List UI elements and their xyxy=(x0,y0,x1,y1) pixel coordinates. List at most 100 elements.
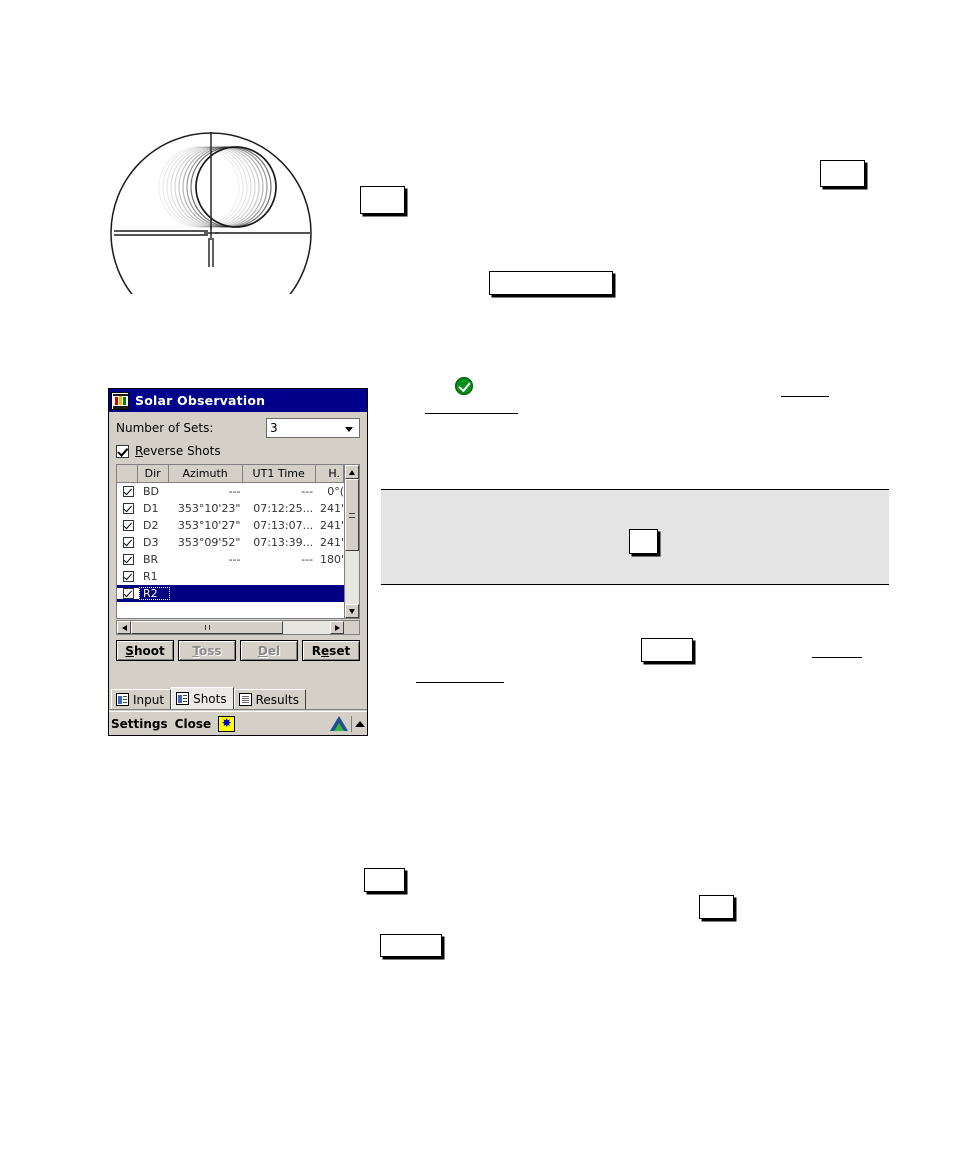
placeholder-link-2[interactable] xyxy=(781,396,829,397)
row-checkbox-cell[interactable] xyxy=(117,503,139,514)
settings-menu[interactable]: Settings xyxy=(111,717,168,731)
survey-tray-icon[interactable] xyxy=(330,716,348,731)
solar-observation-dialog: Solar Observation Number of Sets: 3 Reve… xyxy=(108,388,368,736)
horizontal-scroll-track[interactable] xyxy=(131,621,330,634)
placeholder-link-3[interactable] xyxy=(416,682,504,683)
scroll-right-button[interactable] xyxy=(330,621,344,634)
toss-button[interactable]: Toss xyxy=(178,640,236,661)
cell-ut1-time: --- xyxy=(301,485,314,498)
tab-shots[interactable]: Shots xyxy=(171,687,234,709)
cell-ut1-time: --- xyxy=(301,553,314,566)
placeholder-button-1[interactable] xyxy=(360,186,405,214)
tab-input[interactable]: Input xyxy=(111,689,172,709)
placeholder-button-6[interactable] xyxy=(364,868,405,892)
row-checkbox-cell[interactable] xyxy=(117,554,139,565)
row-checkbox-cell[interactable] xyxy=(117,588,139,599)
close-menu[interactable]: Close xyxy=(175,717,211,731)
grip-icon xyxy=(205,625,210,630)
shots-grid: Dir Azimuth UT1 Time H. BD --- --- 0°(D… xyxy=(116,464,360,619)
placeholder-button-2[interactable] xyxy=(820,160,865,187)
form-icon xyxy=(116,693,129,706)
shoot-button[interactable]: Shoot xyxy=(116,640,174,661)
table-row[interactable]: D1 353°10'23" 07:12:25... 241' xyxy=(117,500,344,517)
cell-h: 0°( xyxy=(327,485,344,498)
row-checkbox[interactable] xyxy=(122,571,134,582)
toss-button-label: Toss xyxy=(192,643,222,658)
row-checkbox[interactable] xyxy=(122,503,134,514)
row-checkbox[interactable] xyxy=(122,520,134,531)
cell-azimuth: 353°09'52" xyxy=(177,536,241,549)
dialog-tabstrip: Input Shots Results xyxy=(109,687,367,710)
horizontal-scroll-thumb[interactable] xyxy=(131,621,283,634)
placeholder-link-4[interactable] xyxy=(812,657,862,658)
vertical-scroll-track[interactable] xyxy=(345,479,359,604)
table-row[interactable]: BD --- --- 0°( xyxy=(117,483,344,500)
chevron-down-icon xyxy=(349,608,355,614)
row-checkbox-cell[interactable] xyxy=(117,537,139,548)
cell-h: 180' xyxy=(319,553,344,566)
placeholder-button-4[interactable] xyxy=(629,529,658,554)
scrollbar-corner xyxy=(344,621,359,634)
star-tray-icon[interactable] xyxy=(218,715,236,732)
column-header-azimuth[interactable]: Azimuth xyxy=(169,465,243,482)
row-checkbox[interactable] xyxy=(122,486,134,497)
placeholder-button-5[interactable] xyxy=(641,638,693,662)
dialog-title: Solar Observation xyxy=(135,393,266,408)
shots-grid-header: Dir Azimuth UT1 Time H. xyxy=(117,465,344,483)
grid-horizontal-scrollbar[interactable] xyxy=(116,620,360,635)
placeholder-button-8[interactable] xyxy=(380,934,442,957)
chevron-down-icon xyxy=(345,427,353,432)
row-checkbox-cell[interactable] xyxy=(117,520,139,531)
del-button-label: Del xyxy=(257,643,281,658)
number-of-sets-value: 3 xyxy=(270,421,278,435)
vertical-scroll-thumb[interactable] xyxy=(345,479,359,551)
cell-azimuth: --- xyxy=(228,485,241,498)
row-checkbox[interactable] xyxy=(122,554,134,565)
row-checkbox[interactable] xyxy=(122,588,134,599)
chevron-left-icon xyxy=(121,624,127,631)
dialog-body: Number of Sets: 3 Reverse Shots Dir Azim… xyxy=(109,412,367,735)
note-callout-band xyxy=(381,489,889,585)
chevron-right-icon xyxy=(334,624,340,631)
reset-button[interactable]: Reset xyxy=(302,640,360,661)
number-of-sets-select[interactable]: 3 xyxy=(266,418,360,438)
column-header-ut1-time[interactable]: UT1 Time xyxy=(243,465,316,482)
cell-dir: R2 xyxy=(139,587,170,600)
table-row[interactable]: BR --- --- 180' xyxy=(117,551,344,568)
number-of-sets-row: Number of Sets: 3 xyxy=(116,418,360,438)
placeholder-link-1[interactable] xyxy=(425,413,518,414)
green-check-icon xyxy=(455,377,473,395)
scroll-left-button[interactable] xyxy=(117,621,131,634)
report-icon xyxy=(238,693,252,706)
cell-azimuth: 353°10'23" xyxy=(177,502,241,515)
column-header-dir[interactable]: Dir xyxy=(138,465,169,482)
dialog-button-row: Shoot Toss Del Reset xyxy=(116,640,360,661)
chevron-up-icon xyxy=(349,469,355,475)
reverse-shots-checkbox[interactable] xyxy=(116,444,129,458)
scroll-up-button[interactable] xyxy=(345,465,359,479)
table-row[interactable]: D2 353°10'27" 07:13:07... 241' xyxy=(117,517,344,534)
grid-vertical-scrollbar[interactable] xyxy=(344,465,359,618)
table-row-selected[interactable]: R2 xyxy=(117,585,344,602)
row-checkbox-cell[interactable] xyxy=(117,571,139,582)
del-button[interactable]: Del xyxy=(240,640,298,661)
column-header-h[interactable]: H. xyxy=(316,465,344,482)
dialog-titlebar: Solar Observation xyxy=(109,389,367,412)
placeholder-button-7[interactable] xyxy=(699,895,734,919)
system-taskbar: Settings Close xyxy=(109,711,367,735)
cell-azimuth: 353°10'27" xyxy=(177,519,241,532)
scroll-down-button[interactable] xyxy=(345,604,359,618)
row-checkbox-cell[interactable] xyxy=(117,486,139,497)
reverse-shots-row[interactable]: Reverse Shots xyxy=(116,444,360,458)
grip-icon xyxy=(349,513,355,518)
table-row[interactable]: R1 xyxy=(117,568,344,585)
tab-results-label: Results xyxy=(255,692,299,707)
expand-tray-icon[interactable] xyxy=(355,720,365,727)
table-row[interactable]: D3 353°09'52" 07:13:39... 241' xyxy=(117,534,344,551)
placeholder-button-3[interactable] xyxy=(489,271,613,295)
column-header-check[interactable] xyxy=(117,465,138,482)
row-checkbox[interactable] xyxy=(122,537,134,548)
cell-ut1-time: 07:12:25... xyxy=(253,502,314,515)
tab-results[interactable]: Results xyxy=(233,689,306,709)
tray-area xyxy=(330,715,365,732)
